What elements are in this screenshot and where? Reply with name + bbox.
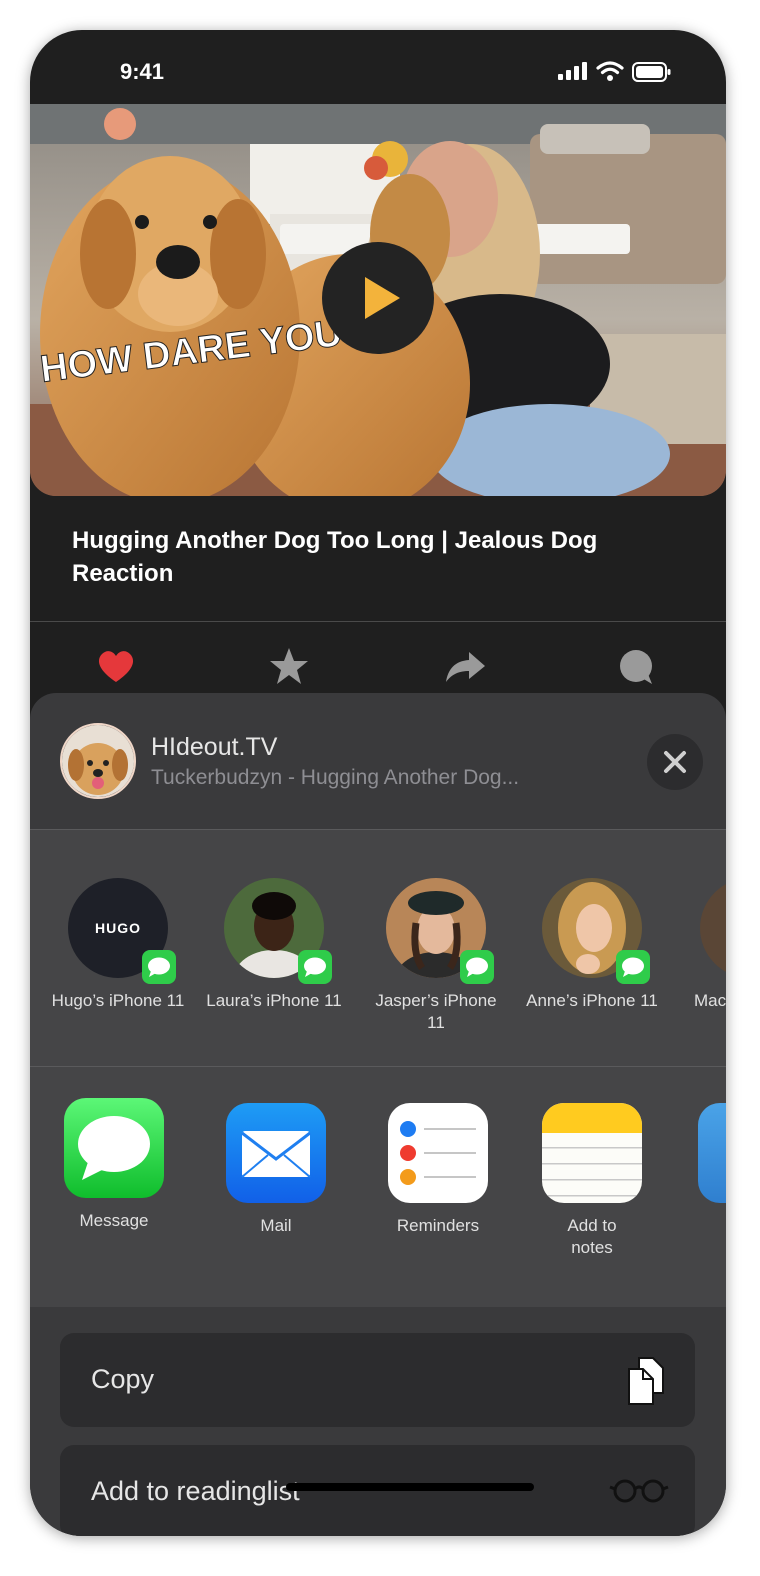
video-thumbnail[interactable]: HOW DARE YOU [30,104,726,496]
copy-label: Copy [91,1364,155,1394]
reading-list-label: Add to readinglist [91,1476,300,1506]
reminders-app-icon [388,1103,488,1203]
contact-anne[interactable]: Anne’s iPhone 11 [522,878,662,1012]
favorite-button[interactable] [265,642,313,690]
airdrop-contacts-row: HUGO Hugo’s iPhone 11 Laura’s iPhone 11 … [30,830,726,1066]
messages-badge-icon [460,950,494,984]
contact-name: Mac [694,991,726,1010]
messages-badge-icon [616,950,650,984]
share-arrow-icon [446,652,485,682]
avatar [542,878,650,984]
app-name: Message [79,1211,149,1230]
app-partial[interactable] [698,1103,726,1203]
heart-icon [98,651,134,682]
app-message[interactable]: Message [54,1098,174,1232]
like-button[interactable] [92,642,140,690]
avatar [224,878,332,984]
contact-name: Anne’s iPhone 11 [526,991,658,1010]
battery-icon [632,62,671,82]
app-name: Mail [260,1216,292,1235]
avatar: HUGO [68,878,176,984]
app-reminders[interactable]: Reminders [378,1103,498,1237]
star-icon [270,648,308,684]
messages-badge-icon [142,950,176,984]
cellular-signal-icon [558,62,587,80]
glasses-icon [609,1479,669,1503]
close-icon [664,751,686,773]
copy-icon [628,1357,664,1405]
contact-name: Hugo’s iPhone 11 [51,991,185,1010]
mail-app-icon [226,1103,326,1203]
messages-app-icon [64,1098,164,1198]
contact-jasper[interactable]: Jasper’s iPhone 11 [366,878,506,1034]
contact-laura[interactable]: Laura’s iPhone 11 [204,878,344,1012]
status-bar: 9:41 [30,30,726,104]
app-name: Add to notes [567,1216,617,1257]
contact-hugo[interactable]: HUGO Hugo’s iPhone 11 [48,878,188,1012]
action-bar [30,642,726,692]
contact-mac[interactable]: Mac [678,878,726,1012]
avatar [700,878,726,978]
play-button[interactable] [322,242,434,354]
home-indicator [286,1483,534,1491]
copy-row[interactable]: Copy [60,1333,695,1427]
notes-app-icon [542,1103,642,1203]
partial-app-icon [698,1103,726,1203]
play-icon [365,277,400,319]
video-title: Hugging Another Dog Too Long | Jealous D… [72,527,598,587]
share-sheet-subtitle: Tuckerbudzyn - Hugging Another Dog... [151,766,520,789]
share-sheet-title: HIdeout.TV [151,733,278,761]
app-mail[interactable]: Mail [216,1103,336,1237]
messages-badge-icon [298,950,332,984]
comment-button[interactable] [612,642,660,690]
app-name: Reminders [396,1216,480,1235]
status-time: 9:41 [120,59,165,84]
site-avatar [60,723,136,799]
share-sheet-header: HIdeout.TV Tuckerbudzyn - Hugging Anothe… [30,693,726,829]
avatar [386,878,494,984]
close-button[interactable] [647,734,703,790]
contact-name: Laura’s iPhone 11 [206,991,342,1010]
wifi-icon [596,61,624,81]
contact-name: Jasper’s iPhone 11 [375,991,497,1032]
hugo-logo-text: HUGO [95,920,141,936]
share-apps-row: Message Mail Reminders Add to notes [30,1067,726,1307]
share-button[interactable] [441,642,489,690]
divider [30,621,726,622]
comment-bubble-icon [620,650,652,684]
app-notes[interactable]: Add to notes [532,1103,652,1259]
phone-frame: 9:41 HOW DARE YOU Hugging Another Dog To… [30,30,726,1536]
share-sheet: HIdeout.TV Tuckerbudzyn - Hugging Anothe… [30,693,726,1536]
